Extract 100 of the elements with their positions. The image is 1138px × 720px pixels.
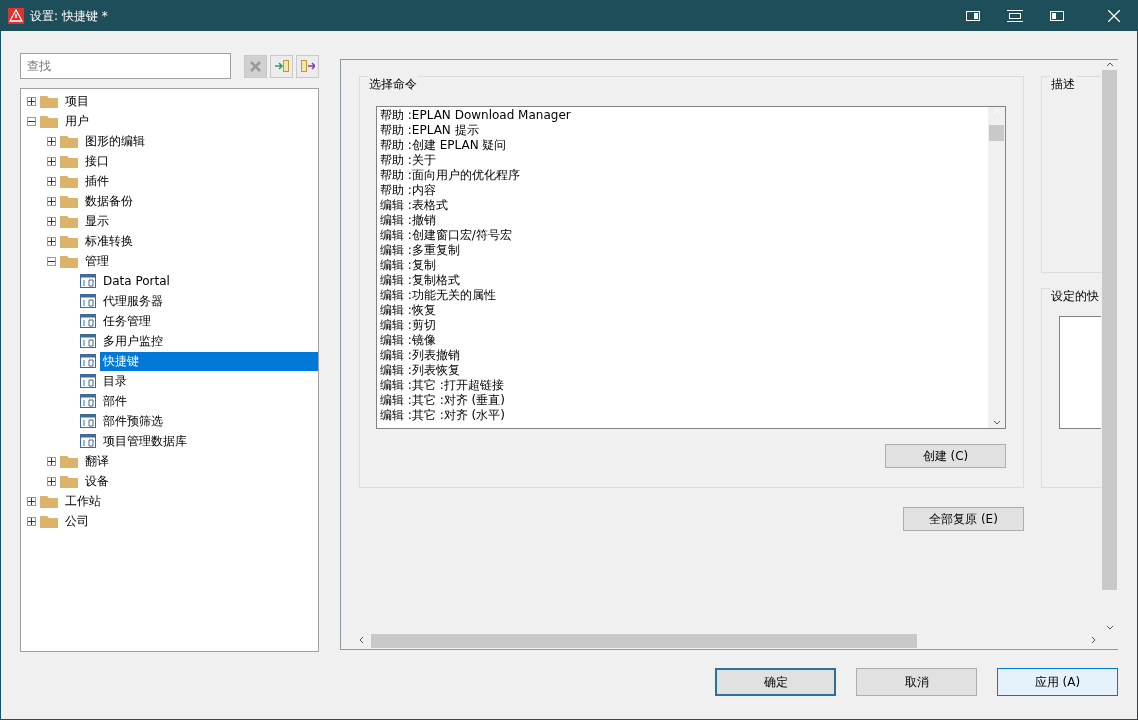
scroll-left-icon[interactable] bbox=[357, 636, 365, 646]
command-list[interactable] bbox=[376, 106, 1006, 429]
group-title: 选择命令 bbox=[368, 76, 418, 93]
expand-icon[interactable] bbox=[47, 216, 56, 226]
collapse-icon[interactable] bbox=[27, 116, 36, 126]
list-item[interactable]: 帮助 :EPLAN 提示 bbox=[380, 123, 988, 138]
list-item[interactable]: 编辑 :镜像 bbox=[380, 333, 988, 348]
window-title: 设置: 快捷键 * bbox=[30, 7, 109, 25]
expand-icon[interactable] bbox=[47, 236, 56, 246]
list-item[interactable]: 帮助 :关于 bbox=[380, 153, 988, 168]
tree-item[interactable]: 标准转换 bbox=[82, 231, 136, 251]
list-item[interactable]: 编辑 :其它 :对齐 (水平) bbox=[380, 408, 988, 423]
export-button[interactable] bbox=[296, 54, 319, 78]
tree-item[interactable]: 部件 bbox=[100, 391, 130, 411]
tree-item[interactable]: 设备 bbox=[82, 471, 112, 491]
collapse-icon[interactable] bbox=[47, 256, 56, 266]
tree-item[interactable]: 快捷键 bbox=[100, 351, 318, 371]
scroll-right-icon[interactable] bbox=[1090, 636, 1098, 646]
create-button[interactable]: 创建 (C) bbox=[885, 444, 1006, 468]
tree-item[interactable]: 任务管理 bbox=[100, 311, 154, 331]
tree-item[interactable]: 工作站 bbox=[62, 491, 104, 511]
expand-icon[interactable] bbox=[27, 496, 36, 506]
folder-icon bbox=[40, 114, 58, 128]
folder-icon bbox=[60, 134, 78, 148]
tree-item[interactable]: 公司 bbox=[62, 511, 92, 531]
tree-item[interactable]: 管理 bbox=[82, 251, 112, 271]
settings-page-icon bbox=[80, 314, 96, 328]
folder-icon bbox=[40, 494, 58, 508]
expand-icon[interactable] bbox=[47, 196, 56, 206]
list-item[interactable]: 编辑 :其它 :对齐 (垂直) bbox=[380, 393, 988, 408]
list-item[interactable]: 帮助 :面向用户的优化程序 bbox=[380, 168, 988, 183]
expand-icon[interactable] bbox=[27, 516, 36, 526]
expand-icon[interactable] bbox=[47, 156, 56, 166]
settings-page-icon bbox=[80, 354, 96, 368]
list-item[interactable]: 帮助 :创建 EPLAN 疑问 bbox=[380, 138, 988, 153]
tree-item[interactable]: 目录 bbox=[100, 371, 130, 391]
folder-icon bbox=[40, 94, 58, 108]
tree-item[interactable]: 多用户监控 bbox=[100, 331, 166, 351]
list-item[interactable]: 编辑 :功能无关的属性 bbox=[380, 288, 988, 303]
close-icon bbox=[250, 60, 261, 72]
tree-item[interactable]: 项目 bbox=[62, 91, 92, 111]
search-field[interactable]: 查找 bbox=[20, 53, 231, 79]
list-item[interactable]: 编辑 :列表恢复 bbox=[380, 363, 988, 378]
list-item[interactable]: 编辑 :复制格式 bbox=[380, 273, 988, 288]
settings-page-icon bbox=[80, 374, 96, 388]
tree-item[interactable]: Data Portal bbox=[100, 273, 173, 289]
folder-icon bbox=[60, 474, 78, 488]
settings-page-icon bbox=[80, 434, 96, 448]
settings-page-icon bbox=[80, 394, 96, 408]
list-item[interactable]: 编辑 :其它 :打开超链接 bbox=[380, 378, 988, 393]
folder-icon bbox=[60, 174, 78, 188]
list-item[interactable]: 编辑 :剪切 bbox=[380, 318, 988, 333]
folder-icon bbox=[60, 154, 78, 168]
expand-icon[interactable] bbox=[47, 136, 56, 146]
arrow-out-of-column-icon bbox=[300, 60, 315, 72]
list-item[interactable]: 编辑 :创建窗口宏/符号宏 bbox=[380, 228, 988, 243]
expand-icon[interactable] bbox=[47, 476, 56, 486]
dialog-button[interactable]: 应用 (A) bbox=[997, 668, 1118, 696]
list-item[interactable]: 帮助 :EPLAN Download Manager bbox=[380, 108, 988, 123]
list-item[interactable]: 编辑 :复制 bbox=[380, 258, 988, 273]
folder-icon bbox=[60, 194, 78, 208]
tree-item[interactable]: 图形的编辑 bbox=[82, 131, 148, 151]
dialog-button[interactable]: 取消 bbox=[856, 668, 977, 696]
scrollbar[interactable] bbox=[988, 107, 1005, 428]
folder-icon bbox=[60, 234, 78, 248]
reset-all-button[interactable]: 全部复原 (E) bbox=[903, 507, 1024, 531]
expand-icon[interactable] bbox=[27, 96, 36, 106]
shortcut-list[interactable] bbox=[1059, 316, 1101, 429]
expand-icon[interactable] bbox=[47, 456, 56, 466]
tree-item[interactable]: 项目管理数据库 bbox=[100, 431, 190, 451]
scroll-thumb[interactable] bbox=[371, 634, 917, 648]
scroll-thumb[interactable] bbox=[989, 125, 1004, 141]
scroll-thumb[interactable] bbox=[1102, 70, 1117, 590]
tree-item[interactable]: 用户 bbox=[62, 111, 92, 131]
settings-page-icon bbox=[80, 274, 96, 288]
tree-item[interactable]: 部件预筛选 bbox=[100, 411, 166, 431]
list-item[interactable]: 编辑 :撤销 bbox=[380, 213, 988, 228]
settings-page-icon bbox=[80, 414, 96, 428]
list-item[interactable]: 编辑 :列表撤销 bbox=[380, 348, 988, 363]
tree-item[interactable]: 接口 bbox=[82, 151, 112, 171]
folder-icon bbox=[40, 514, 58, 528]
list-item[interactable]: 帮助 :内容 bbox=[380, 183, 988, 198]
group-title: 描述 bbox=[1050, 76, 1076, 93]
dialog-button[interactable]: 确定 bbox=[715, 668, 836, 696]
folder-icon bbox=[60, 254, 78, 268]
folder-icon bbox=[60, 214, 78, 228]
settings-page-icon bbox=[80, 334, 96, 348]
tree-item[interactable]: 数据备份 bbox=[82, 191, 136, 211]
list-item[interactable]: 编辑 :表格式 bbox=[380, 198, 988, 213]
settings-page-icon bbox=[80, 294, 96, 308]
tree-item[interactable]: 翻译 bbox=[82, 451, 112, 471]
tree-item[interactable]: 插件 bbox=[82, 171, 112, 191]
tree-item[interactable]: 代理服务器 bbox=[100, 291, 166, 311]
list-item[interactable]: 编辑 :多重复制 bbox=[380, 243, 988, 258]
arrow-into-column-icon bbox=[274, 60, 289, 72]
tree-item[interactable]: 显示 bbox=[82, 211, 112, 231]
list-item[interactable]: 编辑 :恢复 bbox=[380, 303, 988, 318]
expand-icon[interactable] bbox=[47, 176, 56, 186]
warning-icon bbox=[8, 8, 24, 24]
group-title: 设定的快 bbox=[1050, 288, 1100, 305]
